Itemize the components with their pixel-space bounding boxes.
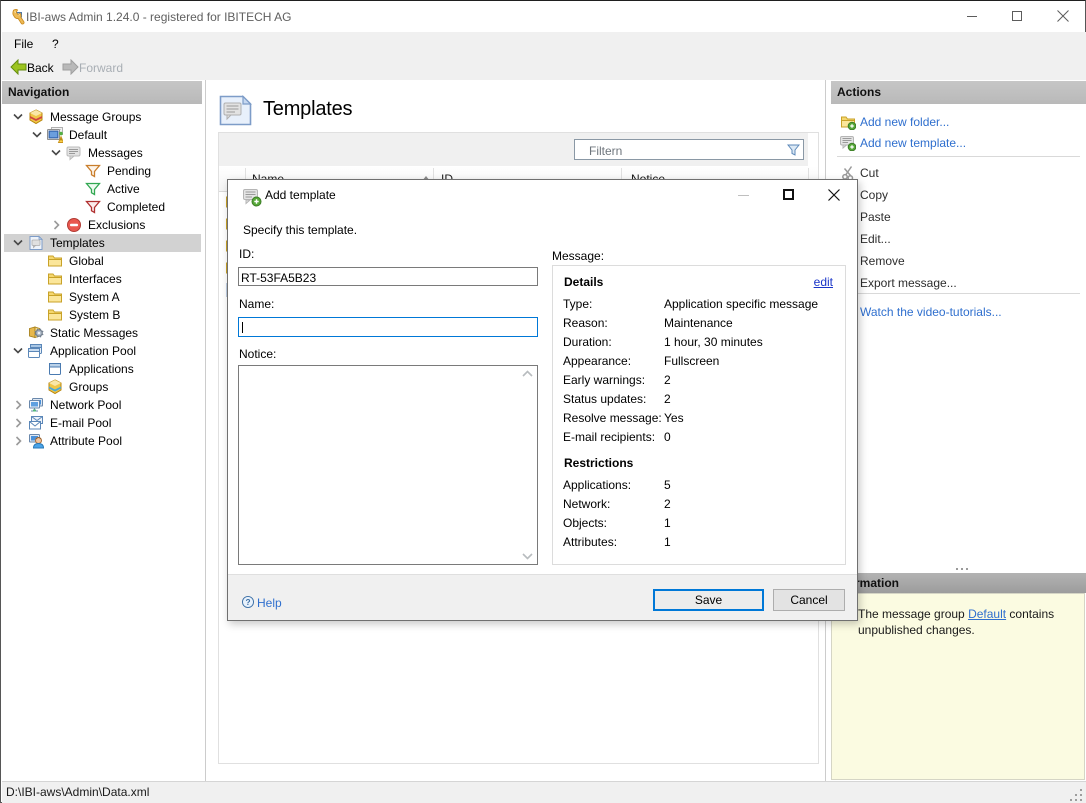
svg-text:?: ? xyxy=(245,597,250,607)
